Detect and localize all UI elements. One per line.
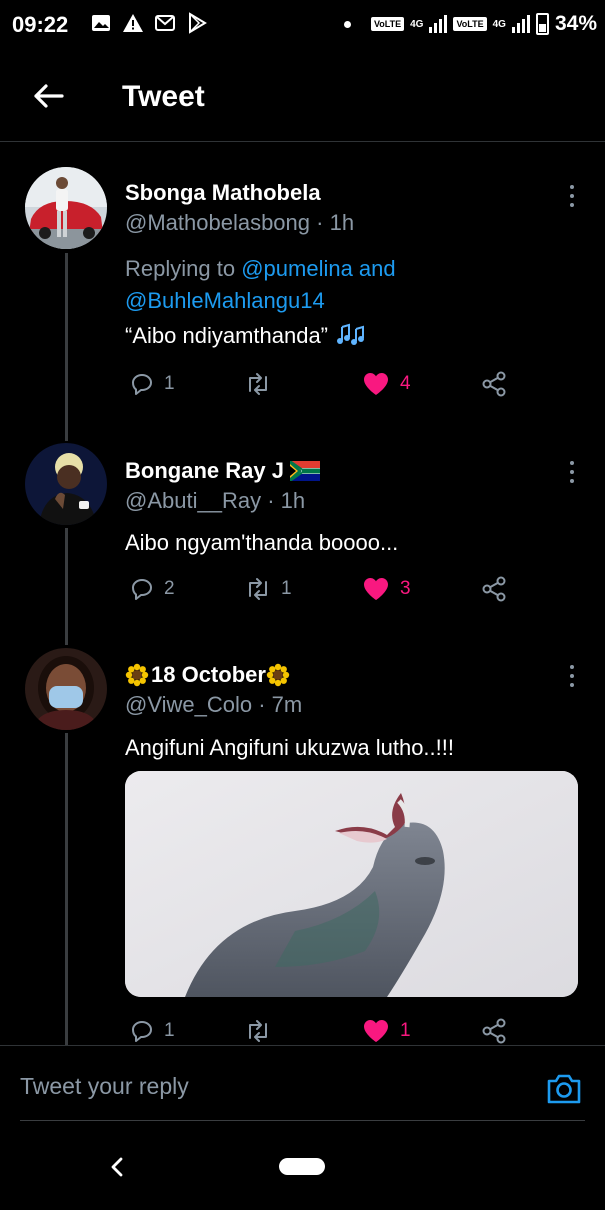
share-icon (482, 576, 506, 602)
notification-icons (90, 12, 208, 34)
thread-line (65, 528, 68, 645)
reply-count: 1 (164, 373, 175, 394)
signal-icon-1 (429, 15, 448, 33)
avatar[interactable] (25, 167, 107, 249)
south-africa-flag-icon (289, 461, 320, 481)
share-icon (482, 371, 506, 397)
volte-badge-2: VoLTE (453, 17, 487, 31)
battery-icon (535, 13, 549, 35)
play-store-icon (189, 12, 207, 34)
reply-button[interactable]: 2 (130, 574, 175, 604)
camera-icon[interactable] (545, 1071, 583, 1107)
like-count: 3 (400, 578, 411, 599)
heart-icon (364, 373, 388, 395)
more-options-icon[interactable] (562, 182, 582, 210)
system-nav-bar (0, 1121, 605, 1210)
tweet-actions: 2 1 3 (125, 574, 520, 604)
replying-to: Replying to @pumelina and (125, 256, 396, 281)
system-icons: VoLTE 4G VoLTE 4G 34% (343, 12, 597, 36)
mention-link[interactable]: @pumelina and (241, 256, 395, 281)
pigeon-photo (125, 771, 578, 997)
tweet-actions: 1 4 (125, 369, 520, 399)
tweet-media-image[interactable] (125, 771, 578, 997)
reply-icon (132, 1021, 152, 1042)
reply-icon (132, 374, 152, 395)
network-type-2: 4G (492, 18, 506, 30)
retweet-icon (249, 1020, 267, 1042)
display-name[interactable]: Bongane Ray J (125, 458, 320, 484)
home-pill-icon[interactable] (279, 1158, 325, 1175)
status-bar: 09:22 VoLTE 4G VoLTE 4G 34% (0, 0, 605, 52)
reply-input[interactable]: Tweet your reply (20, 1073, 189, 1100)
avatar[interactable] (25, 443, 107, 525)
retweet-count: 1 (281, 578, 292, 599)
reply-composer: Tweet your reply (0, 1045, 605, 1121)
notification-dot (343, 20, 351, 28)
share-button[interactable] (481, 1016, 507, 1046)
thread-line (65, 733, 68, 1045)
reply-icon (132, 579, 152, 600)
share-button[interactable] (481, 574, 507, 604)
alert-icon (123, 14, 143, 32)
tweet-text: Angifuni Angifuni ukuzwa lutho..!!! (125, 735, 454, 760)
more-options-icon[interactable] (562, 662, 582, 690)
heart-icon (364, 578, 388, 600)
display-name[interactable]: 18 October (125, 662, 290, 688)
sunflower-icon (125, 663, 149, 687)
handle-and-time: @Mathobelasbong · 1h (125, 210, 355, 235)
replying-to-cont: @BuhleMahlangu14 (125, 285, 325, 317)
reply-button[interactable]: 1 (130, 1016, 175, 1046)
app-header: Tweet (0, 52, 605, 142)
reply-count: 1 (164, 1020, 175, 1041)
retweet-icon (249, 373, 267, 395)
like-button[interactable]: 3 (362, 574, 411, 604)
nav-back-icon[interactable] (108, 1157, 126, 1177)
share-icon (482, 1018, 506, 1044)
sunflower-icon (266, 663, 290, 687)
back-arrow-icon[interactable] (28, 76, 68, 116)
reply-count: 2 (164, 578, 175, 599)
retweet-button[interactable]: 1 (245, 574, 292, 604)
battery-percent: 34% (554, 12, 597, 35)
like-button[interactable]: 1 (362, 1016, 411, 1046)
music-notes-icon (337, 323, 365, 345)
handle-and-time: @Viwe_Colo · 7m (125, 692, 303, 717)
photo-icon (92, 15, 110, 31)
retweet-button[interactable] (245, 369, 281, 399)
network-type-1: 4G (410, 18, 424, 30)
tweet-actions: 1 1 (125, 1016, 520, 1046)
retweet-icon (249, 578, 267, 600)
reply-button[interactable]: 1 (130, 369, 175, 399)
mention-link[interactable]: @BuhleMahlangu14 (125, 288, 325, 313)
avatar[interactable] (25, 648, 107, 730)
signal-icon-2 (511, 15, 530, 33)
display-name[interactable]: Sbonga Mathobela (125, 180, 321, 206)
volte-badge-1: VoLTE (370, 17, 405, 31)
like-button[interactable]: 4 (362, 369, 411, 399)
heart-icon (364, 1020, 388, 1042)
handle-and-time: @Abuti__Ray · 1h (125, 488, 306, 513)
tweet-text: Aibo ngyam'thanda boooo... (125, 530, 399, 555)
more-options-icon[interactable] (562, 458, 582, 486)
tweet-text: “Aibo ndiyamthanda” (125, 320, 366, 352)
page-title: Tweet (122, 80, 205, 113)
like-count: 1 (400, 1020, 411, 1041)
gmail-icon (155, 15, 175, 31)
status-time: 09:22 (12, 12, 69, 37)
share-button[interactable] (481, 369, 507, 399)
like-count: 4 (400, 373, 411, 394)
retweet-button[interactable] (245, 1016, 281, 1046)
thread-line (65, 253, 68, 441)
